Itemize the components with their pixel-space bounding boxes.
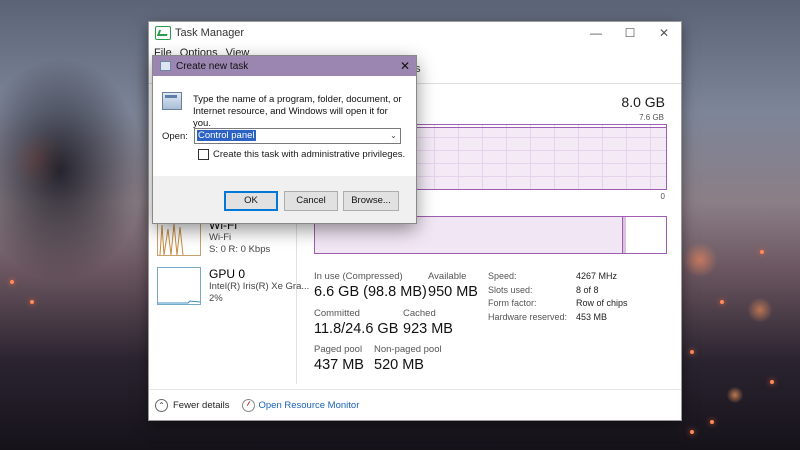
nonpaged-pool-label: Non-paged pool [374,344,442,355]
in-use-label: In use (Compressed) [314,271,403,282]
wifi-sub2: S: 0 R: 0 Kbps [209,244,271,255]
run-icon [162,92,182,110]
composition-modified [623,217,626,253]
hw-row: Hardware reserved: 453 MB [488,311,608,322]
run-title-icon [160,61,171,71]
wifi-sparkline [159,223,184,255]
resource-monitor-icon [241,398,255,412]
open-resource-monitor-label: Open Resource Monitor [258,399,360,411]
admin-checkbox-row[interactable]: Create this task with administrative pri… [198,149,405,160]
dialog-body: Type the name of a program, folder, docu… [153,76,416,176]
paged-pool-value: 437 MB [314,357,364,373]
hw-row: Form factor: Row of chips [488,298,628,308]
footer: ⌃ Fewer details Open Resource Monitor [149,389,681,420]
fewer-details-label: Fewer details [173,399,230,411]
hardware-info: Speed: 4267 MHz Slots used: 8 of 8 Form fa… [488,270,628,324]
gpu-label: GPU 0 [209,267,246,281]
stat-nonpaged-pool: Non-paged pool 520 MB [374,344,442,373]
hw-row: Slots used: 8 of 8 [488,284,599,295]
gpu-sub1: Intel(R) Iris(R) Xe Gra... [209,281,310,292]
dialog-title-bar[interactable]: Create new task ✕ [153,56,416,76]
fewer-details-button[interactable]: ⌃ Fewer details [155,398,230,412]
gpu-sub2: 2% [209,293,223,304]
stat-available: Available 950 MB [428,271,478,300]
admin-checkbox-label: Create this task with administrative pri… [213,149,406,160]
open-resource-monitor-link[interactable]: Open Resource Monitor [241,398,360,412]
cached-value: 923 MB [403,321,453,337]
dialog-buttons: OK Cancel Browse... [153,191,416,211]
task-manager-icon [155,26,171,40]
sidebar-item-gpu[interactable]: GPU 0 Intel(R) Iris(R) Xe Gra... 2% [157,267,309,305]
ok-button[interactable]: OK [224,191,278,211]
admin-checkbox[interactable] [198,149,209,160]
open-label: Open: [162,131,188,142]
dialog-title: Create new task [176,60,249,72]
available-value: 950 MB [428,284,478,300]
open-input-value[interactable]: Control panel [197,130,256,141]
stat-cached: Cached 923 MB [403,308,453,337]
maximize-button[interactable]: ☐ [613,26,647,40]
stat-in-use: In use (Compressed) 6.6 GB (98.8 MB) [314,271,427,300]
available-label: Available [428,271,467,282]
dialog-instructions: Type the name of a program, folder, docu… [193,94,402,129]
dialog-close-button[interactable]: ✕ [394,59,416,73]
wifi-thumbnail [157,218,201,256]
gpu-sparkline [158,300,200,304]
title-bar[interactable]: Task Manager — ☐ ✕ [149,22,681,44]
browse-button[interactable]: Browse... [343,191,399,211]
paged-pool-label: Paged pool [314,344,363,355]
open-combobox[interactable]: Control panel ⌄ [194,128,401,144]
cached-label: Cached [403,308,436,319]
window-title: Task Manager [175,27,245,39]
wifi-sub1: Wi-Fi [209,232,232,243]
hw-row: Speed: 4267 MHz [488,271,618,281]
memory-graph-min: 0 [660,192,665,201]
stat-paged-pool: Paged pool 437 MB [314,344,364,373]
memory-total: 8.0 GB [621,94,665,110]
create-new-task-dialog: Create new task ✕ Type the name of a pro… [153,56,416,223]
in-use-value: 6.6 GB (98.8 MB) [314,284,427,300]
cancel-button[interactable]: Cancel [284,191,338,211]
gpu-thumbnail [157,267,201,305]
committed-label: Committed [314,308,360,319]
close-button[interactable]: ✕ [647,26,681,40]
committed-value: 11.8/24.6 GB [314,321,399,337]
nonpaged-pool-value: 520 MB [374,357,424,373]
stat-committed: Committed 11.8/24.6 GB [314,308,398,337]
chevron-up-icon: ⌃ [155,398,168,412]
chevron-down-icon[interactable]: ⌄ [387,129,400,143]
memory-graph-max: 7.6 GB [639,113,664,122]
sidebar-item-wifi[interactable]: Wi-Fi Wi-Fi S: 0 R: 0 Kbps [157,218,270,256]
minimize-button[interactable]: — [579,26,613,40]
